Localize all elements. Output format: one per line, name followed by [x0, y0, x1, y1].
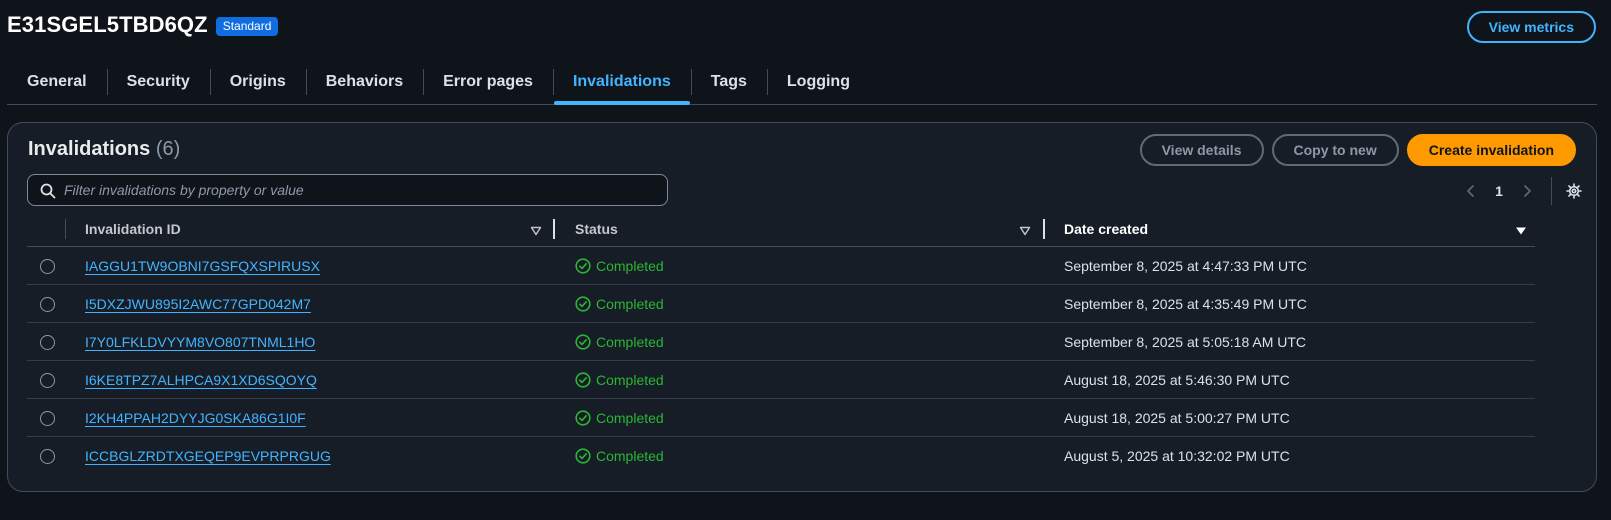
column-header-id[interactable]: Invalidation ID [85, 211, 181, 247]
check-circle-icon [575, 410, 591, 426]
column-resize-handle[interactable] [1043, 219, 1045, 239]
table-row[interactable]: IAGGU1TW9OBNI7GSFQXSPIRUSX Completed Sep… [27, 247, 1535, 285]
table-header: Invalidation ID Status Date created [27, 211, 1535, 247]
tab-origins[interactable]: Origins [209, 64, 306, 100]
row-radio[interactable] [40, 373, 55, 388]
panel-actions: View details Copy to new Create invalida… [1139, 134, 1576, 166]
previous-page-icon[interactable] [1457, 177, 1485, 205]
search-icon [40, 183, 56, 204]
tab-bar: General Security Origins Behaviors Error… [7, 64, 1597, 105]
page-header: E31SGEL5TBD6QZ Standard [7, 12, 279, 38]
status-cell: Completed [575, 247, 664, 285]
status-text: Completed [596, 334, 664, 350]
copy-to-new-button[interactable]: Copy to new [1271, 134, 1399, 166]
pagination: 1 [1457, 177, 1586, 205]
sort-id-icon[interactable] [530, 223, 542, 239]
settings-gear-icon[interactable] [1562, 177, 1586, 205]
tab-behaviors[interactable]: Behaviors [305, 64, 423, 100]
tab-error-pages[interactable]: Error pages [423, 64, 553, 100]
invalidations-panel: Invalidations (6) View details Copy to n… [7, 122, 1597, 492]
status-text: Completed [596, 258, 664, 274]
view-details-button[interactable]: View details [1139, 134, 1264, 166]
filter-input[interactable] [28, 175, 667, 205]
table-row[interactable]: I6KE8TPZ7ALHPCA9X1XD6SQOYQ Completed Aug… [27, 361, 1535, 399]
check-circle-icon [575, 448, 591, 464]
filter-box [27, 174, 668, 206]
check-circle-icon [575, 296, 591, 312]
current-page-number[interactable]: 1 [1485, 183, 1513, 199]
invalidation-id-link[interactable]: I7Y0LFKLDVYYM8VO807TNML1HO [85, 334, 315, 350]
table-row[interactable]: ICCBGLZRDTXGEQEP9EVPRPRGUG Completed Aug… [27, 437, 1535, 475]
status-cell: Completed [575, 361, 664, 399]
table-row[interactable]: I7Y0LFKLDVYYM8VO807TNML1HO Completed Sep… [27, 323, 1535, 361]
invalidation-id-link[interactable]: IAGGU1TW9OBNI7GSFQXSPIRUSX [85, 258, 320, 274]
panel-title-text: Invalidations [28, 138, 151, 160]
status-cell: Completed [575, 399, 664, 437]
invalidations-count: (6) [155, 138, 181, 160]
column-header-date[interactable]: Date created [1064, 211, 1148, 247]
invalidation-id-link[interactable]: I2KH4PPAH2DYYJG0SKA86G1I0F [85, 410, 306, 426]
status-cell: Completed [575, 437, 664, 475]
next-page-icon[interactable] [1513, 177, 1541, 205]
row-radio[interactable] [40, 259, 55, 274]
page-title: E31SGEL5TBD6QZ [7, 12, 208, 37]
status-text: Completed [596, 410, 664, 426]
date-cell: August 5, 2025 at 10:32:02 PM UTC [1064, 448, 1290, 464]
date-cell: September 8, 2025 at 5:05:18 AM UTC [1064, 334, 1307, 350]
row-radio[interactable] [40, 335, 55, 350]
column-divider [65, 219, 66, 239]
tab-invalidations[interactable]: Invalidations [552, 64, 691, 105]
view-metrics-button[interactable]: View metrics [1466, 11, 1596, 43]
column-header-status[interactable]: Status [575, 211, 618, 247]
tab-security[interactable]: Security [106, 64, 210, 100]
status-text: Completed [596, 372, 664, 388]
row-radio[interactable] [40, 449, 55, 464]
tab-logging[interactable]: Logging [766, 64, 870, 100]
table-row[interactable]: I5DXZJWU895I2AWC77GPD042M7 Completed Sep… [27, 285, 1535, 323]
check-circle-icon [575, 372, 591, 388]
status-text: Completed [596, 448, 664, 464]
create-invalidation-button[interactable]: Create invalidation [1406, 134, 1576, 166]
date-cell: August 18, 2025 at 5:46:30 PM UTC [1064, 372, 1290, 388]
status-cell: Completed [575, 323, 664, 361]
check-circle-icon [575, 334, 591, 350]
pagination-divider [1551, 177, 1552, 205]
distribution-page: E31SGEL5TBD6QZ Standard View metrics Gen… [0, 0, 1611, 520]
panel-title: Invalidations (6) [28, 138, 180, 161]
sort-descending-icon[interactable] [1515, 223, 1527, 239]
status-text: Completed [596, 296, 664, 312]
column-resize-handle[interactable] [553, 219, 555, 239]
status-cell: Completed [575, 285, 664, 323]
table-row[interactable]: I2KH4PPAH2DYYJG0SKA86G1I0F Completed Aug… [27, 399, 1535, 437]
tab-general[interactable]: General [7, 64, 107, 100]
date-cell: September 8, 2025 at 4:35:49 PM UTC [1064, 296, 1307, 312]
date-cell: August 18, 2025 at 5:00:27 PM UTC [1064, 410, 1290, 426]
standard-badge: Standard [215, 16, 279, 36]
invalidation-id-link[interactable]: I6KE8TPZ7ALHPCA9X1XD6SQOYQ [85, 372, 317, 388]
sort-status-icon[interactable] [1019, 223, 1031, 239]
invalidations-table: Invalidation ID Status Date created IAGG… [27, 211, 1535, 475]
check-circle-icon [575, 258, 591, 274]
tab-tags[interactable]: Tags [690, 64, 767, 100]
date-cell: September 8, 2025 at 4:47:33 PM UTC [1064, 258, 1307, 274]
invalidation-id-link[interactable]: ICCBGLZRDTXGEQEP9EVPRPRGUG [85, 448, 331, 464]
invalidation-id-link[interactable]: I5DXZJWU895I2AWC77GPD042M7 [85, 296, 311, 312]
row-radio[interactable] [40, 297, 55, 312]
row-radio[interactable] [40, 411, 55, 426]
